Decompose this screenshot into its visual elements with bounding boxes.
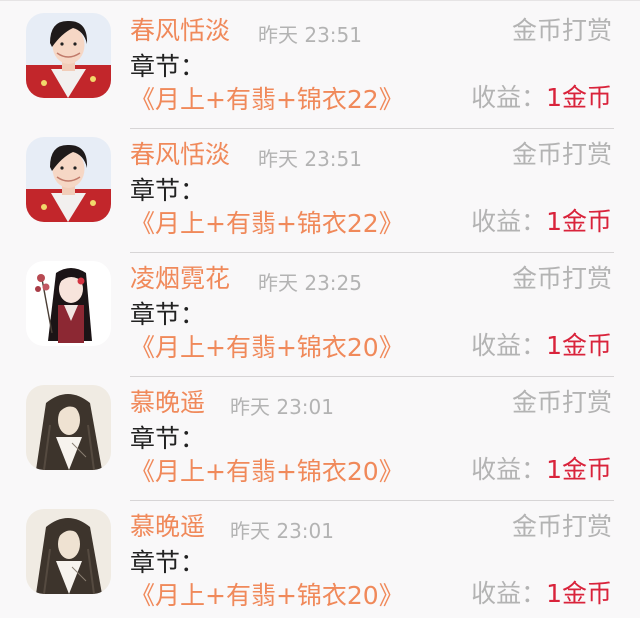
reward-type: 金币打赏 (511, 264, 612, 293)
avatar[interactable] (26, 13, 111, 98)
avatar[interactable] (26, 261, 111, 346)
income-info: 收益：1金币 (471, 331, 612, 361)
chapter-info: 章节： 《月上+有翡+锦衣20》 (130, 422, 460, 488)
chapter-info: 章节： 《月上+有翡+锦衣20》 (130, 298, 460, 364)
income-value: 1金币 (546, 579, 612, 608)
user-name[interactable]: 慕晚遥 (130, 388, 205, 418)
chapter-title[interactable]: 《月上+有翡+锦衣20》 (130, 457, 404, 486)
avatar[interactable] (26, 385, 111, 470)
reward-type: 金币打赏 (511, 512, 612, 541)
income-value: 1金币 (546, 207, 612, 236)
income-label: 收益： (471, 455, 547, 484)
income-label: 收益： (471, 579, 547, 608)
chapter-label: 章节： (130, 548, 206, 577)
avatar[interactable] (26, 509, 111, 594)
divider (130, 128, 614, 129)
user-name[interactable]: 春风恬淡 (130, 16, 230, 46)
timestamp: 昨天 23:25 (258, 271, 362, 295)
income-value: 1金币 (546, 455, 612, 484)
income-label: 收益： (471, 207, 547, 236)
timestamp: 昨天 23:01 (230, 395, 334, 419)
chapter-label: 章节： (130, 176, 206, 205)
user-name[interactable]: 春风恬淡 (130, 140, 230, 170)
timestamp: 昨天 23:01 (230, 519, 334, 543)
reward-record-list: 春风恬淡 昨天 23:51 金币打赏 章节：《月上+有翡+锦衣22》 收益：1金… (0, 0, 640, 618)
divider (130, 500, 614, 501)
reward-record-item[interactable]: 凌烟霓花 昨天 23:25 金币打赏 章节： 《月上+有翡+锦衣20》 收益：1金… (0, 254, 640, 377)
user-name[interactable]: 凌烟霓花 (130, 264, 230, 294)
divider (130, 252, 614, 253)
chapter-label: 章节： (130, 52, 206, 81)
reward-type: 金币打赏 (511, 16, 612, 45)
chapter-title[interactable]: 《月上+有翡+锦衣22》 (130, 209, 404, 238)
income-info: 收益：1金币 (471, 579, 612, 609)
reward-record-item[interactable]: 慕晚遥 昨天 23:01 金币打赏 章节： 《月上+有翡+锦衣20》 收益：1金币 (0, 378, 640, 501)
income-info: 收益：1金币 (471, 83, 612, 113)
chapter-title[interactable]: 《月上+有翡+锦衣20》 (130, 333, 404, 362)
income-value: 1金币 (546, 331, 612, 360)
reward-type: 金币打赏 (511, 388, 612, 417)
avatar[interactable] (26, 137, 111, 222)
chapter-info: 章节： 《月上+有翡+锦衣20》 (130, 546, 460, 612)
timestamp: 昨天 23:51 (258, 23, 362, 47)
income-info: 收益：1金币 (471, 455, 612, 485)
income-value: 1金币 (546, 83, 612, 112)
chapter-label: 章节： (130, 424, 206, 453)
chapter-info: 章节： 《月上+有翡+锦衣22》 (130, 174, 460, 240)
timestamp: 昨天 23:51 (258, 147, 362, 171)
income-info: 收益：1金币 (471, 207, 612, 237)
user-name[interactable]: 慕晚遥 (130, 512, 205, 542)
reward-record-item[interactable]: 春风恬淡 昨天 23:51 金币打赏 章节： 《月上+有翡+锦衣22》 收益：1金… (0, 6, 640, 129)
reward-type: 金币打赏 (511, 140, 612, 169)
income-label: 收益： (471, 83, 547, 112)
reward-record-item[interactable]: 春风恬淡 昨天 23:51 金币打赏 章节： 《月上+有翡+锦衣22》 收益：1金… (0, 130, 640, 253)
income-label: 收益： (471, 331, 547, 360)
divider (130, 376, 614, 377)
chapter-title[interactable]: 《月上+有翡+锦衣20》 (130, 581, 404, 610)
chapter-label: 章节： (130, 300, 206, 329)
chapter-info: 章节： 《月上+有翡+锦衣22》 (130, 50, 460, 116)
chapter-title[interactable]: 《月上+有翡+锦衣22》 (130, 85, 404, 114)
reward-record-item[interactable]: 慕晚遥 昨天 23:01 金币打赏 章节： 《月上+有翡+锦衣20》 收益：1金币 (0, 502, 640, 625)
